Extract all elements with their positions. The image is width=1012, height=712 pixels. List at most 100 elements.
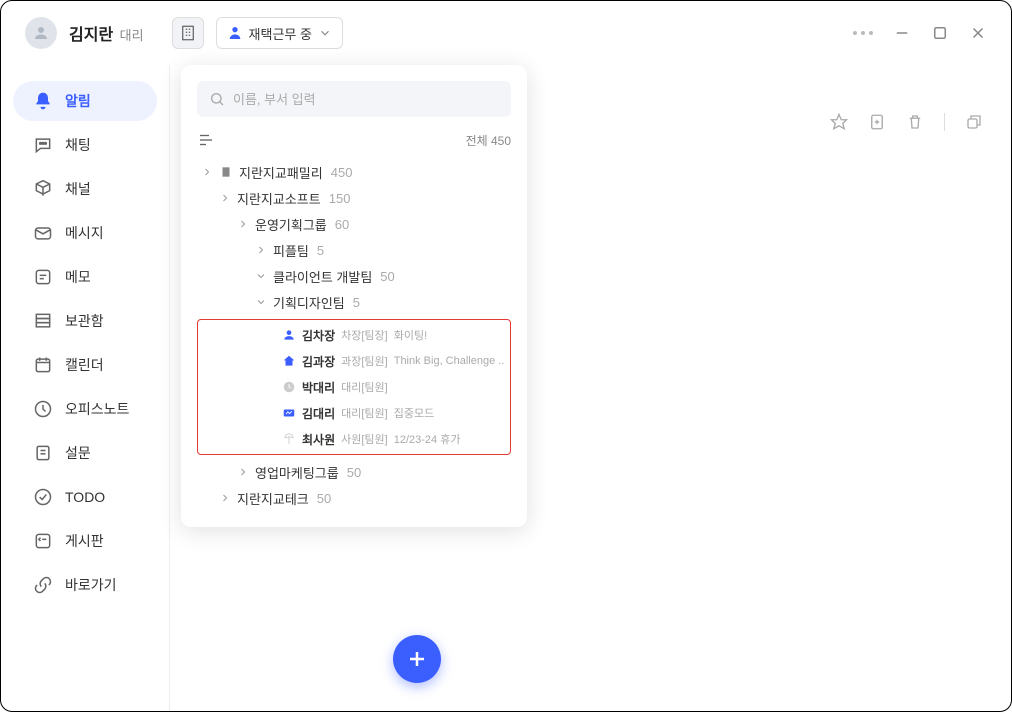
nav-chat[interactable]: 채팅 <box>13 125 157 165</box>
nav-label: 메시지 <box>65 223 104 243</box>
link-icon <box>33 575 53 595</box>
member-row[interactable]: 김차장 차장[팀장] 화이팅! <box>198 322 510 348</box>
tree-name: 기획디자인팀 <box>273 293 345 312</box>
nav-label: 보관함 <box>65 311 104 331</box>
fab-add[interactable] <box>393 635 441 683</box>
nav-label: 오피스노트 <box>65 399 129 419</box>
tree-name: 지란지교패밀리 <box>239 163 323 182</box>
tree-count: 50 <box>347 465 361 480</box>
search-box[interactable] <box>197 81 511 117</box>
user-rank: 대리 <box>120 28 144 43</box>
org-tree-icon[interactable] <box>197 131 215 149</box>
nav-message[interactable]: 메시지 <box>13 213 157 253</box>
member-row[interactable]: 박대리 대리[팀원] <box>198 374 510 400</box>
member-row[interactable]: 김과장 과장[팀원] Think Big, Challenge .. <box>198 348 510 374</box>
share-icon[interactable] <box>965 113 983 131</box>
minimize-button[interactable] <box>893 24 911 42</box>
nav-label: 바로가기 <box>65 575 117 595</box>
tree-item-design[interactable]: 기획디자인팀 5 <box>197 289 511 315</box>
tree-count: 450 <box>331 165 353 180</box>
org-button[interactable] <box>172 17 204 49</box>
nav-archive[interactable]: 보관함 <box>13 301 157 341</box>
more-menu[interactable] <box>853 31 873 35</box>
tree-count: 150 <box>329 191 351 206</box>
tree-item-ops[interactable]: 운영기획그룹 60 <box>197 211 511 237</box>
nav-board[interactable]: 게시판 <box>13 521 157 561</box>
tree-item-soft[interactable]: 지란지교소프트 150 <box>197 185 511 211</box>
member-name: 김차장 <box>302 327 335 344</box>
nav-label: 캘린더 <box>65 355 104 375</box>
nav-label: 채팅 <box>65 135 91 155</box>
tree-item-root[interactable]: 지란지교패밀리 450 <box>197 159 511 185</box>
nav-label: 설문 <box>65 443 91 463</box>
nav-officenote[interactable]: 오피스노트 <box>13 389 157 429</box>
tree-name: 지란지교테크 <box>237 489 309 508</box>
nav-calendar[interactable]: 캘린더 <box>13 345 157 385</box>
note-icon <box>33 267 53 287</box>
member-role: 대리[팀원] <box>341 405 388 421</box>
plus-icon <box>405 647 429 671</box>
tree-name: 지란지교소프트 <box>237 189 321 208</box>
archive-icon <box>33 311 53 331</box>
user-name: 김지란 <box>69 27 113 44</box>
member-status: 집중모드 <box>394 405 434 421</box>
tree-count: 50 <box>380 269 394 284</box>
add-file-icon[interactable] <box>868 113 886 131</box>
members-highlight-box: 김차장 차장[팀장] 화이팅! 김과장 과장[팀원] Think Big, Ch… <box>197 319 511 455</box>
nav-label: TODO <box>65 489 105 505</box>
tree-item-sales[interactable]: 영업마케팅그룹 50 <box>197 459 511 485</box>
member-role: 과장[팀원] <box>341 353 388 369</box>
member-role: 차장[팀장] <box>341 327 388 343</box>
org-tree: 지란지교패밀리 450 지란지교소프트 150 운영기획그룹 60 피플팀 5 … <box>197 159 511 511</box>
nav-memo[interactable]: 메모 <box>13 257 157 297</box>
calendar-icon <box>33 355 53 375</box>
tree-item-client[interactable]: 클라이언트 개발팀 50 <box>197 263 511 289</box>
org-popup: 전체 450 지란지교패밀리 450 지란지교소프트 150 운영기획그룹 60 <box>181 65 527 527</box>
office-icon <box>33 399 53 419</box>
todo-icon <box>33 487 53 507</box>
nav-todo[interactable]: TODO <box>13 477 157 517</box>
header: 김지란 대리 재택근무 중 <box>1 1 1011 65</box>
trash-icon[interactable] <box>906 113 924 131</box>
divider <box>944 113 945 131</box>
tree-count: 50 <box>317 491 331 506</box>
chevron-right-icon <box>255 244 267 256</box>
member-name: 최사원 <box>302 431 335 448</box>
member-name: 김대리 <box>302 405 335 422</box>
chat-icon <box>33 135 53 155</box>
member-row[interactable]: 김대리 대리[팀원] 집중모드 <box>198 400 510 426</box>
tree-count: 60 <box>335 217 349 232</box>
star-icon[interactable] <box>830 113 848 131</box>
nav-label: 알림 <box>65 91 91 111</box>
member-row[interactable]: 최사원 사원[팀원] 12/23-24 휴가 <box>198 426 510 452</box>
tree-item-people[interactable]: 피플팀 5 <box>197 237 511 263</box>
close-button[interactable] <box>969 24 987 42</box>
vacation-icon <box>282 432 296 446</box>
search-input[interactable] <box>233 92 499 107</box>
total-count: 전체 450 <box>466 132 511 149</box>
mail-icon <box>33 223 53 243</box>
tree-name: 영업마케팅그룹 <box>255 463 339 482</box>
member-name: 박대리 <box>302 379 335 396</box>
nav-label: 메모 <box>65 267 91 287</box>
tree-count: 5 <box>317 243 324 258</box>
person-icon <box>227 25 243 41</box>
nav-channel[interactable]: 채널 <box>13 169 157 209</box>
avatar[interactable] <box>25 17 57 49</box>
nav-shortcut[interactable]: 바로가기 <box>13 565 157 605</box>
tree-name: 피플팀 <box>273 241 309 260</box>
status-label: 재택근무 중 <box>249 24 312 43</box>
maximize-button[interactable] <box>931 24 949 42</box>
sidebar: 알림 채팅 채널 메시지 메모 보관함 <box>1 65 169 711</box>
tree-item-tech[interactable]: 지란지교테크 50 <box>197 485 511 511</box>
home-icon <box>282 354 296 368</box>
nav-notifications[interactable]: 알림 <box>13 81 157 121</box>
member-status: 12/23-24 휴가 <box>394 431 461 447</box>
building-small-icon <box>219 165 233 179</box>
status-dropdown[interactable]: 재택근무 중 <box>216 17 343 49</box>
member-status: Think Big, Challenge .. <box>394 355 505 367</box>
tree-name: 운영기획그룹 <box>255 215 327 234</box>
chevron-down-icon <box>318 26 332 40</box>
nav-survey[interactable]: 설문 <box>13 433 157 473</box>
cube-icon <box>33 179 53 199</box>
